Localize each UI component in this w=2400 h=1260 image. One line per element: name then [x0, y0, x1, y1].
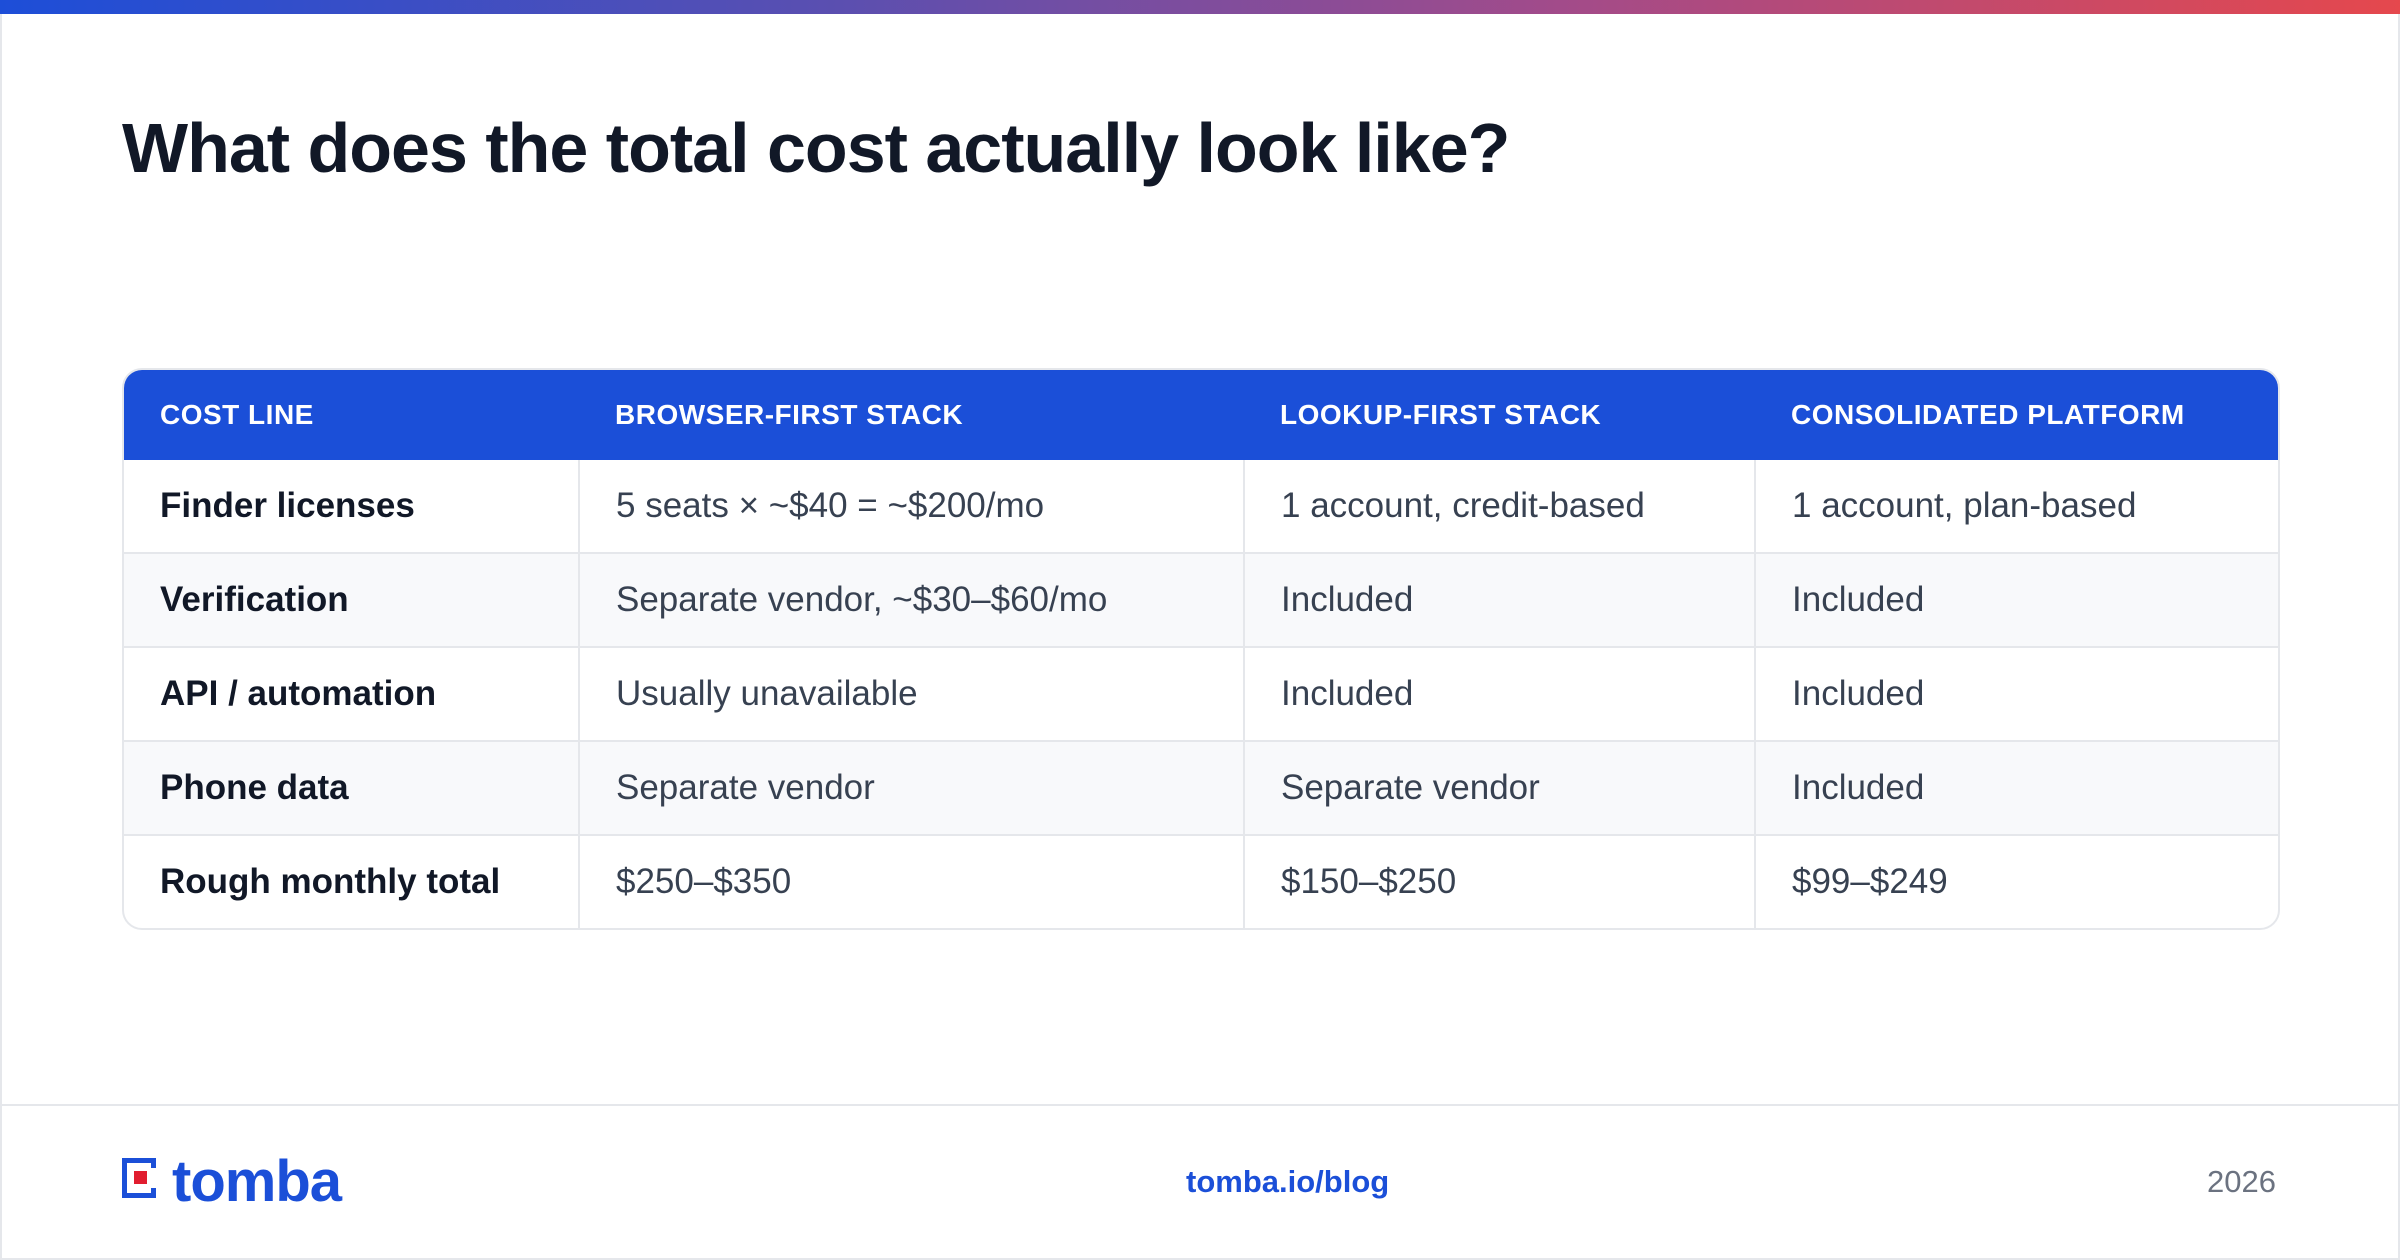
row-label: API / automation — [124, 646, 579, 741]
table-cell: Separate vendor — [578, 740, 1244, 835]
blog-link[interactable]: tomba.io/blog — [1186, 1164, 1389, 1200]
page-title: What does the total cost actually look l… — [122, 109, 1510, 187]
table-cell: 1 account, plan-based — [1754, 460, 2278, 553]
table-row: Verification Separate vendor, ~$30–$60/m… — [124, 552, 2278, 647]
tomba-logo[interactable]: tomba — [122, 1149, 342, 1214]
table-cell: $250–$350 — [578, 834, 1244, 928]
table-cell: Included — [1243, 646, 1755, 741]
table-cell: 5 seats × ~$40 = ~$200/mo — [578, 460, 1244, 553]
column-header-cost-line: COST LINE — [124, 370, 579, 460]
cost-table: COST LINE BROWSER-FIRST STACK LOOKUP-FIR… — [124, 370, 2278, 928]
table-header-row: COST LINE BROWSER-FIRST STACK LOOKUP-FIR… — [124, 370, 2278, 460]
logo-wordmark: tomba — [172, 1149, 342, 1214]
row-label: Finder licenses — [160, 486, 415, 525]
table-row: API / automation Usually unavailable Inc… — [124, 646, 2278, 741]
table-cell: Included — [1243, 552, 1755, 647]
table-cell: Usually unavailable — [578, 646, 1244, 741]
table-cell: $150–$250 — [1243, 834, 1755, 928]
table-cell: $99–$249 — [1754, 834, 2278, 928]
cost-comparison-table: COST LINE BROWSER-FIRST STACK LOOKUP-FIR… — [122, 368, 2280, 930]
footer-divider — [0, 1104, 2400, 1106]
table-cell: Included — [1754, 740, 2278, 835]
column-header-lookup-first: LOOKUP-FIRST STACK — [1244, 370, 1755, 460]
footer-year: 2026 — [2207, 1164, 2276, 1199]
top-gradient-bar — [0, 0, 2400, 14]
table-cell: 1 account, credit-based — [1243, 460, 1755, 553]
table-cell: Separate vendor — [1243, 740, 1755, 835]
table-cell: Included — [1754, 552, 2278, 647]
table-row: Finder licenses 5 seats × ~$40 = ~$200/m… — [124, 460, 2278, 553]
column-header-consolidated: CONSOLIDATED PLATFORM — [1755, 370, 2278, 460]
tomba-logo-icon — [122, 1158, 166, 1206]
row-label: Verification — [124, 552, 579, 647]
table-row: Phone data Separate vendor Separate vend… — [124, 740, 2278, 835]
row-label: Phone data — [124, 740, 579, 835]
table-cell: Included — [1754, 646, 2278, 741]
row-label: Rough monthly total — [124, 834, 579, 928]
table-row: Rough monthly total $250–$350 $150–$250 … — [124, 834, 2278, 928]
table-cell: Separate vendor, ~$30–$60/mo — [578, 552, 1244, 647]
column-header-browser-first: BROWSER-FIRST STACK — [579, 370, 1244, 460]
